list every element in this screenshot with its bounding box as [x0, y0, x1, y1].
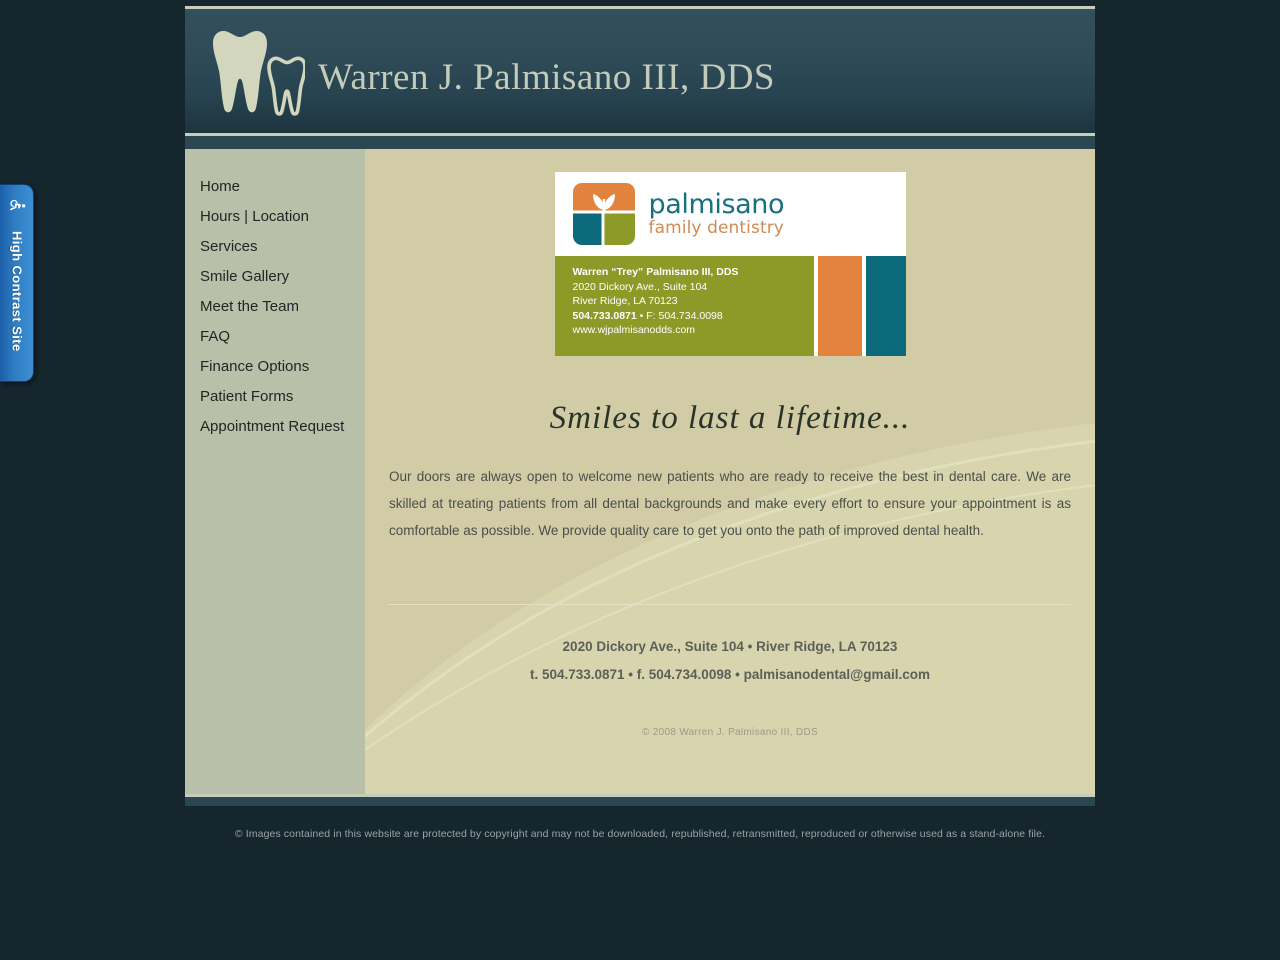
sidebar-item-services[interactable]: Services	[185, 232, 365, 262]
body-region: Home Hours | Location Services Smile Gal…	[185, 149, 1095, 794]
copyright-notice: © 2008 Warren J. Palmisano III, DDS	[642, 727, 818, 738]
sidebar-item-home[interactable]: Home	[185, 172, 365, 202]
wordmark-family-dentistry: family dentistry	[648, 218, 784, 238]
content-inner: palmisano family dentistry Warren “Trey”…	[365, 149, 1095, 738]
card-accent-orange	[817, 256, 862, 356]
card-phone-line: 504.733.0871 • F: 504.734.0098	[573, 309, 814, 324]
high-contrast-site-tab[interactable]: High Contrast Site	[0, 184, 34, 382]
card-fax: • F: 504.734.0098	[636, 309, 723, 322]
card-doctor-name: Warren “Trey” Palmisano III, DDS	[572, 266, 739, 278]
card-phone: 504.733.0871	[572, 309, 637, 322]
high-contrast-tab-label: High Contrast Site	[9, 231, 25, 352]
footer-address: 2020 Dickory Ave., Suite 104 • River Rid…	[562, 639, 898, 654]
business-card-logo-row: palmisano family dentistry	[554, 172, 906, 256]
sidebar-item-hours-location[interactable]: Hours | Location	[185, 202, 365, 232]
card-website: www.wjpalmisanodds.com	[572, 324, 696, 336]
sidebar-item-meet-the-team[interactable]: Meet the Team	[185, 292, 365, 322]
business-card-info-row: Warren “Trey” Palmisano III, DDS 2020 Di…	[554, 256, 906, 356]
footer-contact: t. 504.733.0871 • f. 504.734.0098 • palm…	[529, 667, 931, 682]
site-bottom-bar	[185, 794, 1095, 806]
image-copyright-disclaimer: © Images contained in this website are p…	[234, 828, 1046, 840]
site-header: Warren J. Palmisano III, DDS	[185, 6, 1095, 136]
site-frame: Warren J. Palmisano III, DDS Home Hours …	[185, 0, 1095, 806]
sidebar-nav: Home Hours | Location Services Smile Gal…	[185, 149, 365, 794]
wordmark-palmisano: palmisano	[648, 189, 785, 220]
sidebar-item-finance-options[interactable]: Finance Options	[185, 352, 365, 382]
intro-paragraph: Our doors are always open to welcome new…	[389, 469, 1071, 538]
card-address-line1: 2020 Dickory Ave., Suite 104	[572, 280, 708, 293]
sidebar-item-smile-gallery[interactable]: Smile Gallery	[185, 262, 365, 292]
wheelchair-accessibility-icon	[7, 195, 27, 215]
business-card-wordmark: palmisano family dentistry	[649, 191, 785, 237]
tagline: Smiles to last a lifetime...	[549, 400, 911, 436]
palmisano-leaf-logo-icon	[572, 183, 635, 245]
card-address-line2: River Ridge, LA 70123	[572, 295, 678, 307]
sidebar-item-faq[interactable]: FAQ	[185, 322, 365, 352]
main-content: palmisano family dentistry Warren “Trey”…	[365, 149, 1095, 794]
sidebar-item-appointment-request[interactable]: Appointment Request	[185, 412, 365, 442]
footer-divider	[389, 604, 1071, 605]
page-title: Warren J. Palmisano III, DDS	[318, 57, 775, 98]
sidebar-item-patient-forms[interactable]: Patient Forms	[185, 382, 365, 412]
high-contrast-tab-inner: High Contrast Site	[0, 185, 33, 381]
two-teeth-icon	[205, 23, 305, 123]
business-card-image: palmisano family dentistry Warren “Trey”…	[554, 172, 906, 356]
page-root: High Contrast Site Warren J. Palmisano I…	[0, 0, 1280, 960]
card-accent-teal	[865, 256, 906, 356]
header-underbar	[185, 136, 1095, 149]
business-card-details: Warren “Trey” Palmisano III, DDS 2020 Di…	[554, 256, 814, 356]
